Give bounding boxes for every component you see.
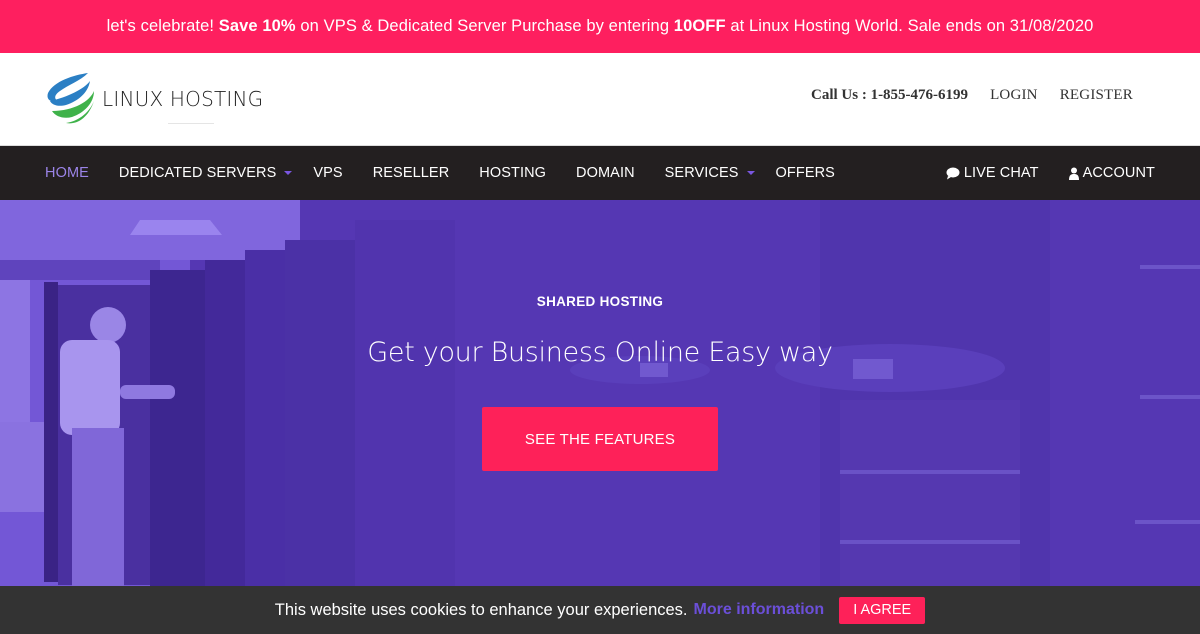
- live-chat-button[interactable]: LIVE CHAT: [946, 165, 1039, 181]
- nav-item-dedicated-servers[interactable]: DEDICATED SERVERS: [118, 165, 293, 181]
- site-logo[interactable]: LINUX HOSTING: [44, 71, 263, 127]
- cookie-message: This website uses cookies to enhance you…: [274, 600, 688, 619]
- i-agree-button[interactable]: I AGREE: [839, 596, 926, 624]
- hero-content: SHARED HOSTING Get your Business Online …: [0, 200, 1200, 586]
- caret-down-icon: [746, 171, 755, 175]
- promo-suffix: at Linux Hosting World. Sale ends on 31/…: [725, 17, 1094, 35]
- promo-discount: Save 10%: [218, 17, 296, 35]
- caret-down-icon: [284, 171, 293, 175]
- nav-actions: LIVE CHAT ACCOUNT: [916, 146, 1155, 200]
- main-nav: HOME DEDICATED SERVERS VPS RESELLER HOST…: [0, 146, 1200, 200]
- promo-middle: on VPS & Dedicated Server Purchase by en…: [295, 17, 674, 35]
- globe-swoosh-icon: [47, 73, 94, 124]
- more-information-link[interactable]: More information: [694, 601, 825, 619]
- register-link[interactable]: REGISTER: [1060, 87, 1133, 104]
- nav-item-offers[interactable]: OFFERS: [776, 165, 835, 181]
- account-button[interactable]: ACCOUNT: [1068, 165, 1155, 181]
- nav-item-label: VPS: [313, 165, 343, 181]
- nav-menu: HOME DEDICATED SERVERS VPS RESELLER HOST…: [45, 146, 865, 200]
- login-link[interactable]: LOGIN: [990, 87, 1038, 104]
- nav-item-reseller[interactable]: RESELLER: [373, 165, 450, 181]
- cookie-consent-bar: This website uses cookies to enhance you…: [0, 586, 1200, 634]
- promo-banner: let's celebrate! Save 10% on VPS & Dedic…: [0, 0, 1200, 53]
- nav-item-label: RESELLER: [372, 165, 450, 181]
- nav-item-label: OFFERS: [775, 165, 835, 181]
- site-header: LINUX HOSTING Call Us : 1-855-476-6199 L…: [0, 53, 1200, 146]
- nav-item-label: HOME: [45, 165, 89, 181]
- hero-subtitle: SHARED HOSTING: [536, 294, 664, 309]
- nav-item-label: SERVICES: [664, 165, 739, 181]
- promo-prefix: let's celebrate!: [106, 17, 219, 35]
- promo-code: 10OFF: [673, 17, 726, 35]
- nav-item-home[interactable]: HOME: [45, 165, 89, 181]
- nav-item-label: DOMAIN: [576, 165, 635, 181]
- hero-banner: SHARED HOSTING Get your Business Online …: [0, 200, 1200, 586]
- comment-icon: [946, 167, 960, 180]
- nav-item-label: DEDICATED SERVERS: [118, 165, 277, 181]
- account-label: ACCOUNT: [1082, 165, 1155, 181]
- logo-text: LINUX HOSTING: [102, 87, 264, 111]
- see-features-button[interactable]: SEE THE FEATURES: [482, 407, 718, 471]
- nav-item-hosting[interactable]: HOSTING: [479, 165, 546, 181]
- nav-item-vps[interactable]: VPS: [313, 165, 342, 181]
- nav-item-label: HOSTING: [479, 165, 547, 181]
- nav-item-domain[interactable]: DOMAIN: [576, 165, 635, 181]
- live-chat-label: LIVE CHAT: [963, 165, 1039, 181]
- call-us-phone[interactable]: Call Us : 1-855-476-6199: [811, 87, 968, 104]
- nav-item-services[interactable]: SERVICES: [664, 165, 755, 181]
- user-icon: [1068, 167, 1079, 180]
- header-links: Call Us : 1-855-476-6199 LOGIN REGISTER: [811, 87, 1133, 104]
- hero-title: Get your Business Online Easy way: [367, 337, 833, 368]
- logo-divider: [168, 123, 214, 124]
